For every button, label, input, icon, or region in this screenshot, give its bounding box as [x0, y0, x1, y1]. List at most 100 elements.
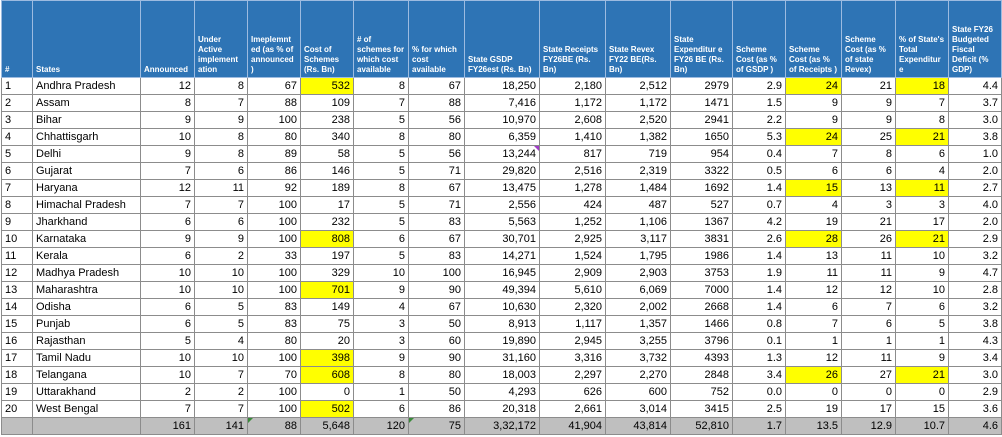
- table-cell[interactable]: 1,795: [605, 247, 671, 265]
- row-number-cell[interactable]: 2: [1, 94, 33, 112]
- table-cell[interactable]: 11: [841, 264, 896, 282]
- table-cell[interactable]: 3.6: [948, 400, 1002, 418]
- table-cell[interactable]: 1: [353, 383, 409, 401]
- total-cell[interactable]: 88: [247, 417, 301, 435]
- table-cell[interactable]: 7: [785, 145, 842, 163]
- table-cell[interactable]: 11: [785, 264, 842, 282]
- table-cell[interactable]: 2,319: [605, 162, 671, 180]
- table-cell[interactable]: 10: [140, 281, 195, 299]
- table-cell[interactable]: 12: [841, 281, 896, 299]
- table-cell[interactable]: 5: [140, 332, 195, 350]
- state-name-cell[interactable]: Chhattisgarh: [32, 128, 141, 146]
- table-cell[interactable]: 90: [408, 349, 465, 367]
- table-cell[interactable]: 3: [353, 315, 409, 333]
- table-cell[interactable]: 83: [247, 315, 301, 333]
- table-cell[interactable]: 7000: [670, 281, 733, 299]
- table-cell[interactable]: 9: [785, 111, 842, 129]
- table-cell[interactable]: 7: [353, 94, 409, 112]
- table-cell[interactable]: 532: [300, 77, 354, 95]
- table-cell[interactable]: 3322: [670, 162, 733, 180]
- table-cell[interactable]: 817: [539, 145, 606, 163]
- table-cell[interactable]: 83: [408, 213, 465, 231]
- table-cell[interactable]: 1.3: [732, 349, 786, 367]
- table-cell[interactable]: 2,909: [539, 264, 606, 282]
- state-name-cell[interactable]: Karnataka: [32, 230, 141, 248]
- table-cell[interactable]: 3.0: [948, 111, 1002, 129]
- table-cell[interactable]: 12: [140, 77, 195, 95]
- table-cell[interactable]: 83: [247, 298, 301, 316]
- table-cell[interactable]: 6,069: [605, 281, 671, 299]
- table-cell[interactable]: 719: [605, 145, 671, 163]
- row-number-cell[interactable]: 4: [1, 128, 33, 146]
- table-cell[interactable]: 5: [194, 298, 248, 316]
- table-cell[interactable]: 12: [140, 179, 195, 197]
- table-cell[interactable]: 2.0: [948, 213, 1002, 231]
- table-cell[interactable]: 70: [247, 366, 301, 384]
- table-cell[interactable]: 2,556: [464, 196, 540, 214]
- table-cell[interactable]: 17: [300, 196, 354, 214]
- table-cell[interactable]: 56: [408, 111, 465, 129]
- row-number-cell[interactable]: 7: [1, 179, 33, 197]
- table-cell[interactable]: 1650: [670, 128, 733, 146]
- table-cell[interactable]: 2668: [670, 298, 733, 316]
- row-number-cell[interactable]: 19: [1, 383, 33, 401]
- table-cell[interactable]: 9: [895, 264, 949, 282]
- table-cell[interactable]: 808: [300, 230, 354, 248]
- table-cell[interactable]: 9: [785, 94, 842, 112]
- table-cell[interactable]: 3.8: [948, 128, 1002, 146]
- table-cell[interactable]: 1.9: [732, 264, 786, 282]
- table-cell[interactable]: 60: [408, 332, 465, 350]
- table-cell[interactable]: 238: [300, 111, 354, 129]
- table-cell[interactable]: 90: [408, 281, 465, 299]
- table-cell[interactable]: 10: [140, 366, 195, 384]
- table-cell[interactable]: 15: [785, 179, 842, 197]
- table-cell[interactable]: 67: [408, 77, 465, 95]
- table-cell[interactable]: 12: [785, 349, 842, 367]
- table-cell[interactable]: 50: [408, 315, 465, 333]
- table-cell[interactable]: 2,002: [605, 298, 671, 316]
- table-cell[interactable]: 3753: [670, 264, 733, 282]
- table-cell[interactable]: 11: [895, 179, 949, 197]
- table-cell[interactable]: 6: [140, 315, 195, 333]
- table-cell[interactable]: 3.4: [732, 366, 786, 384]
- table-cell[interactable]: 6: [194, 162, 248, 180]
- table-cell[interactable]: 1471: [670, 94, 733, 112]
- table-cell[interactable]: 1,106: [605, 213, 671, 231]
- row-number-cell[interactable]: 16: [1, 332, 33, 350]
- table-cell[interactable]: 9: [140, 230, 195, 248]
- table-cell[interactable]: 1,252: [539, 213, 606, 231]
- table-cell[interactable]: 4: [194, 332, 248, 350]
- table-cell[interactable]: 17: [841, 400, 896, 418]
- table-cell[interactable]: 7: [140, 196, 195, 214]
- table-cell[interactable]: 2,297: [539, 366, 606, 384]
- row-number-cell[interactable]: 20: [1, 400, 33, 418]
- table-cell[interactable]: 4.3: [948, 332, 1002, 350]
- table-cell[interactable]: 329: [300, 264, 354, 282]
- total-cell[interactable]: 5,648: [300, 417, 354, 435]
- table-cell[interactable]: 4: [785, 196, 842, 214]
- table-cell[interactable]: 50: [408, 383, 465, 401]
- table-cell[interactable]: 2.0: [948, 162, 1002, 180]
- table-cell[interactable]: 1,172: [605, 94, 671, 112]
- table-cell[interactable]: 4.7: [948, 264, 1002, 282]
- table-cell[interactable]: 5: [353, 145, 409, 163]
- total-cell[interactable]: [32, 417, 141, 435]
- table-cell[interactable]: 21: [841, 77, 896, 95]
- state-name-cell[interactable]: Assam: [32, 94, 141, 112]
- table-cell[interactable]: 11: [194, 179, 248, 197]
- table-cell[interactable]: 75: [300, 315, 354, 333]
- table-cell[interactable]: 3.2: [948, 298, 1002, 316]
- table-cell[interactable]: 18: [895, 77, 949, 95]
- row-number-cell[interactable]: 13: [1, 281, 33, 299]
- table-cell[interactable]: 8: [194, 145, 248, 163]
- state-name-cell[interactable]: Gujarat: [32, 162, 141, 180]
- table-cell[interactable]: 6: [353, 400, 409, 418]
- state-name-cell[interactable]: Himachal Pradesh: [32, 196, 141, 214]
- total-cell[interactable]: 4.6: [948, 417, 1002, 435]
- table-cell[interactable]: 24: [785, 128, 842, 146]
- row-number-cell[interactable]: 5: [1, 145, 33, 163]
- total-cell[interactable]: 3,32,172: [464, 417, 540, 435]
- table-cell[interactable]: 10: [140, 128, 195, 146]
- table-cell[interactable]: 954: [670, 145, 733, 163]
- table-cell[interactable]: 1: [785, 332, 842, 350]
